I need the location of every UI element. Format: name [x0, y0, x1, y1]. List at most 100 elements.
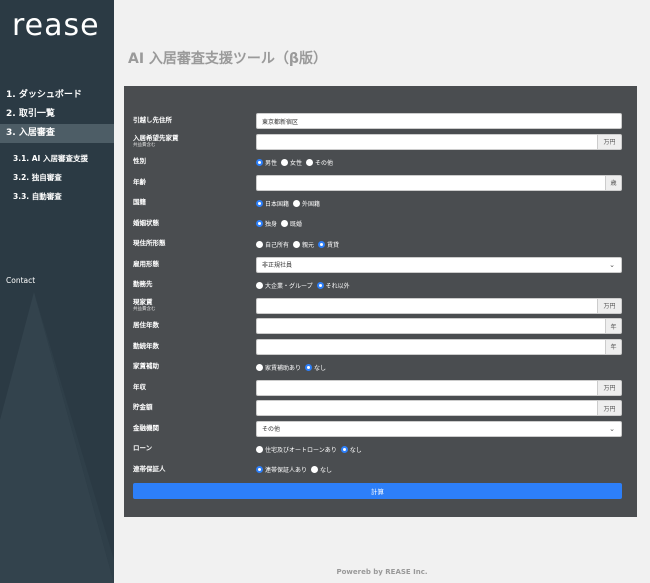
row-loan: ローン 住宅及びオートローンあり なし [133, 439, 622, 460]
guarantor-option-label: 連帯保証人あり [265, 467, 308, 475]
residence-radio-parents[interactable]: 親元 [293, 240, 314, 249]
gender-option-label: 男性 [265, 159, 278, 167]
row-nationality: 国籍 日本国籍 外国籍 [133, 193, 622, 214]
employment-select[interactable]: 非正規社員 ⌄ [256, 256, 622, 273]
years-residence-input[interactable] [256, 318, 606, 335]
current-rent-input[interactable] [256, 297, 598, 314]
housing-aid-radio-no[interactable]: なし [305, 363, 326, 372]
gender-radio-female[interactable]: 女性 [281, 158, 302, 167]
residence-radio-rental[interactable]: 賃貸 [318, 240, 339, 249]
employment-select-value: 非正規社員 [262, 262, 293, 270]
gender-radio-other[interactable]: その他 [306, 158, 333, 167]
loan-option-label: なし [349, 446, 362, 454]
row-rent: 入居希望先家賃 共益費含む 万円 [133, 132, 622, 153]
loan-option-label: 住宅及びオートローンあり [265, 446, 337, 454]
bank-select[interactable]: その他 ⌄ [256, 420, 622, 437]
marital-radio-married[interactable]: 既婚 [281, 219, 302, 228]
employer-option-label: それ以外 [325, 282, 350, 290]
radio-icon [281, 158, 289, 166]
rent-input[interactable] [256, 133, 598, 150]
row-bank: 金融機関 その他 ⌄ [133, 419, 622, 440]
bank-select-value: その他 [262, 426, 281, 434]
radio-icon [256, 363, 263, 371]
employer-radio-large[interactable]: 大企業・グループ [256, 281, 313, 290]
screening-form: 引越し先住所 東京都新宿区 入居希望先家賃 共益費含む 万円 性別 男性 女性 そ… [124, 86, 637, 517]
row-marital: 婚姻状態 独身 既婚 [133, 214, 622, 235]
guarantor-option-label: なし [320, 467, 333, 475]
row-guarantor: 連帯保証人 連帯保証人あり なし [133, 460, 622, 481]
sidebar-nav: 1. ダッシュボード 2. 取引一覧 3. 入居審査 3.1. AI 入居審査支… [0, 86, 114, 206]
row-address: 引越し先住所 東京都新宿区 [133, 111, 622, 132]
radio-icon [293, 199, 301, 207]
employer-label: 勤務先 [133, 280, 153, 289]
radio-icon [256, 445, 263, 453]
row-residence: 現住所形態 自己所有 親元 賃貸 [133, 234, 622, 255]
rent-label-sub: 共益費含む [133, 142, 156, 148]
employer-radio-other[interactable]: それ以外 [316, 281, 350, 290]
nationality-radio-japanese[interactable]: 日本国籍 [256, 199, 289, 208]
guarantor-label: 連帯保証人 [133, 464, 166, 473]
residence-label: 現住所形態 [133, 239, 166, 248]
address-input[interactable]: 東京都新宿区 [256, 113, 622, 130]
employment-label: 雇用形態 [133, 259, 159, 268]
income-label: 年収 [133, 382, 146, 391]
loan-label: ローン [133, 444, 153, 453]
age-unit: 歳 [606, 174, 622, 191]
radio-icon [256, 240, 263, 248]
years-employment-input[interactable] [256, 338, 606, 355]
sidebar-item-screening[interactable]: 3. 入居審査 [0, 124, 114, 143]
contact-link[interactable]: Contact [6, 276, 35, 285]
current-rent-label-sub: 共益費含む [133, 306, 156, 312]
row-years-employment: 勤続年数 年 [133, 337, 622, 358]
sidebar-subnav: 3.1. AI 入居審査支援 3.2. 独自審査 3.3. 自動審査 [0, 149, 114, 206]
row-housing-aid: 家賃補助 家賃補助あり なし [133, 357, 622, 378]
sidebar: rease 1. ダッシュボード 2. 取引一覧 3. 入居審査 3.1. AI… [0, 0, 114, 583]
residence-option-label: 親元 [302, 241, 315, 249]
row-income: 年収 万円 [133, 378, 622, 399]
years-residence-unit: 年 [606, 318, 622, 335]
income-input[interactable] [256, 379, 598, 396]
employer-option-label: 大企業・グループ [265, 282, 313, 290]
loan-radio-yes[interactable]: 住宅及びオートローンあり [256, 445, 337, 454]
years-residence-label: 居住年数 [133, 321, 159, 330]
savings-unit: 万円 [598, 400, 622, 417]
guarantor-radio-yes[interactable]: 連帯保証人あり [256, 465, 307, 474]
loan-radio-no[interactable]: なし [340, 445, 362, 454]
gender-option-label: 女性 [290, 159, 303, 167]
marital-radio-single[interactable]: 独身 [256, 219, 277, 228]
radio-icon [256, 281, 263, 289]
row-savings: 貯金額 万円 [133, 398, 622, 419]
radio-selected-icon [256, 199, 263, 207]
sidebar-item-transactions[interactable]: 2. 取引一覧 [0, 105, 114, 124]
age-label: 年齢 [133, 177, 146, 186]
marital-option-label: 独身 [265, 221, 278, 229]
age-input[interactable] [256, 174, 606, 191]
residence-radio-owned[interactable]: 自己所有 [256, 240, 289, 249]
radio-icon [306, 158, 314, 166]
calculate-button[interactable]: 計算 [133, 483, 622, 499]
savings-label: 貯金額 [133, 403, 153, 412]
residence-option-label: 賃貸 [327, 241, 340, 249]
radio-icon [281, 220, 289, 228]
housing-aid-radio-yes[interactable]: 家賃補助あり [256, 363, 301, 372]
radio-icon [311, 466, 319, 474]
bank-label: 金融機関 [133, 423, 159, 432]
sidebar-subitem-custom-screening[interactable]: 3.2. 独自審査 [0, 168, 114, 187]
nationality-radio-foreign[interactable]: 外国籍 [293, 199, 320, 208]
guarantor-radio-no[interactable]: なし [311, 465, 332, 474]
sidebar-subitem-ai-screening[interactable]: 3.1. AI 入居審査支援 [0, 149, 114, 168]
sidebar-item-dashboard[interactable]: 1. ダッシュボード [0, 86, 114, 105]
housing-aid-label: 家賃補助 [133, 362, 159, 371]
income-unit: 万円 [598, 379, 622, 396]
row-employment: 雇用形態 非正規社員 ⌄ [133, 255, 622, 276]
sidebar-subitem-auto-screening[interactable]: 3.3. 自動審査 [0, 187, 114, 206]
radio-icon [293, 240, 301, 248]
row-gender: 性別 男性 女性 その他 [133, 152, 622, 173]
current-rent-label-text: 現家賃 [133, 298, 153, 307]
footer-credit: Powereb by REASE Inc. [336, 568, 428, 576]
radio-selected-icon [340, 445, 348, 453]
address-label: 引越し先住所 [133, 116, 172, 125]
app-logo[interactable]: rease [12, 8, 100, 43]
gender-radio-male[interactable]: 男性 [256, 158, 277, 167]
savings-input[interactable] [256, 400, 598, 417]
